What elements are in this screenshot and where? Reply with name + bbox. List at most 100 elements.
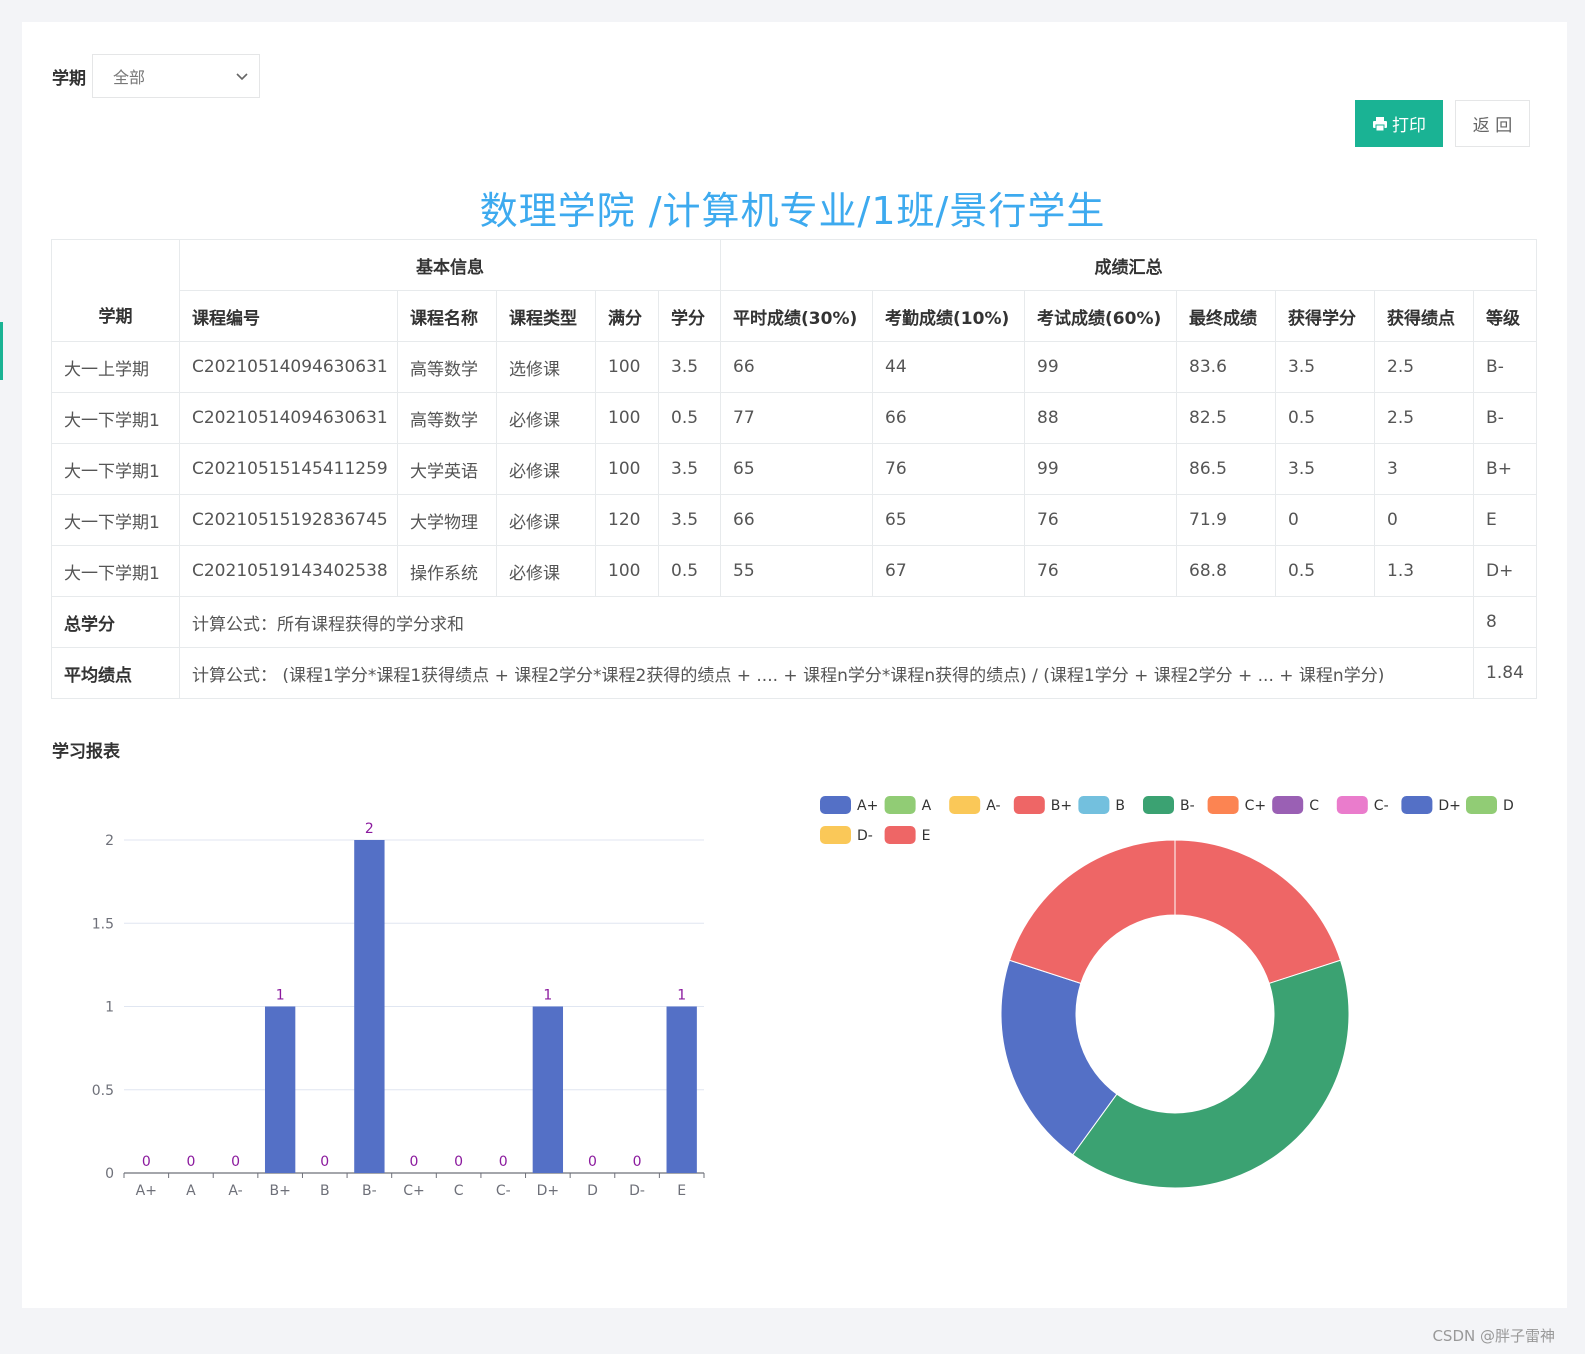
bar-value-label: 0 <box>320 1154 329 1170</box>
legend-swatch[interactable] <box>1078 796 1110 814</box>
legend-item-label[interactable]: A <box>922 798 932 814</box>
legend-item-label[interactable]: A+ <box>857 798 878 814</box>
table-cell: 3.5 <box>1275 341 1376 393</box>
table-cell: 100 <box>595 443 659 495</box>
table-cell: 82.5 <box>1176 392 1277 444</box>
legend-item-label[interactable]: D <box>1503 798 1514 814</box>
table-cell: 66 <box>872 392 1026 444</box>
legend-swatch[interactable] <box>820 826 851 844</box>
x-tick-label: B+ <box>269 1183 290 1199</box>
column-header: 课程名称 <box>397 290 497 342</box>
semester-select[interactable]: 全部 <box>92 54 260 98</box>
column-header: 课程编号 <box>179 290 398 342</box>
legend-item-label[interactable]: C- <box>1374 798 1389 814</box>
print-button-label: 打印 <box>1392 116 1426 136</box>
table-cell: C20210514094630631 <box>179 392 398 444</box>
legend-swatch[interactable] <box>1143 796 1174 814</box>
legend-item-label[interactable]: D- <box>857 828 873 844</box>
table-cell: E <box>1473 494 1538 546</box>
table-cell: 0 <box>1374 494 1475 546</box>
table-cell: 大一上学期 <box>51 341 180 393</box>
table-cell: 大一下学期1 <box>51 443 180 495</box>
legend-item-label[interactable]: E <box>922 828 931 844</box>
bar-B+ <box>264 1006 296 1173</box>
y-tick-label: 0 <box>105 1166 114 1182</box>
legend-swatch[interactable] <box>949 796 981 814</box>
x-tick-label: C- <box>496 1183 511 1199</box>
legend-item-label[interactable]: C <box>1309 798 1319 814</box>
table-cell: 76 <box>872 443 1026 495</box>
column-header: 满分 <box>595 290 659 342</box>
total-credits-row: 总学分 计算公式：所有课程获得的学分求和 8 <box>51 596 1538 648</box>
table-row: 大一下学期1 C20210515192836745 大学物理 必修课 120 3.5 66 6… <box>51 494 1538 546</box>
group-header-score-summary: 成绩汇总 <box>720 239 1538 291</box>
table-cell: 大一下学期1 <box>51 392 180 444</box>
bar-value-label: 1 <box>276 988 285 1004</box>
printer-icon <box>1373 116 1387 131</box>
legend-item-label[interactable]: C+ <box>1245 798 1267 814</box>
bar-value-label: 0 <box>410 1154 419 1170</box>
table-cell: 3.5 <box>1275 443 1376 495</box>
legend-swatch[interactable] <box>1336 796 1368 814</box>
bar-value-label: 0 <box>142 1154 151 1170</box>
table-cell: 0.5 <box>1275 545 1376 597</box>
table-cell: 71.9 <box>1176 494 1277 546</box>
bar-value-label: 1 <box>677 988 686 1004</box>
legend-swatch[interactable] <box>820 796 851 814</box>
table-cell: 100 <box>595 341 659 393</box>
table-cell: 76 <box>1024 494 1178 546</box>
table-cell: 99 <box>1024 341 1178 393</box>
table-cell: 必修课 <box>496 392 596 444</box>
legend-item-label[interactable]: B+ <box>1051 798 1072 814</box>
legend-swatch[interactable] <box>1207 796 1239 814</box>
grade-donut-chart: A+ A A- B+ B B- C+ C C- D+ D D- E <box>820 796 1514 1189</box>
print-button[interactable]: 打印 <box>1355 100 1443 147</box>
table-cell: D+ <box>1473 545 1538 597</box>
table-row: 大一上学期 C20210514094630631 高等数学 选修课 100 3.5 66 44… <box>51 341 1538 393</box>
table-cell: 必修课 <box>496 545 596 597</box>
donut-slice-E[interactable] <box>1008 839 1176 985</box>
legend-swatch[interactable] <box>1272 796 1304 814</box>
table-cell: 44 <box>872 341 1026 393</box>
bar-value-label: 0 <box>588 1154 597 1170</box>
donut-slice-B-[interactable] <box>1072 959 1350 1189</box>
average-gpa-value: 1.84 <box>1473 647 1538 699</box>
table-cell: 必修课 <box>496 443 596 495</box>
table-cell: B- <box>1473 341 1538 393</box>
chevron-down-icon <box>236 73 248 81</box>
table-cell: 120 <box>595 494 659 546</box>
legend-item-label[interactable]: B <box>1115 798 1125 814</box>
bar-E <box>666 1006 697 1173</box>
column-header: 获得绩点 <box>1374 290 1475 342</box>
table-cell: 1.3 <box>1374 545 1475 597</box>
legend-swatch[interactable] <box>1401 796 1433 814</box>
table-cell: 66 <box>720 341 874 393</box>
legend-swatch[interactable] <box>1013 796 1045 814</box>
table-cell: 99 <box>1024 443 1178 495</box>
column-header: 等级 <box>1473 290 1538 342</box>
table-cell: 3.5 <box>657 443 722 495</box>
column-header: 平时成绩(30%) <box>720 290 874 342</box>
x-tick-label: D- <box>629 1183 645 1199</box>
table-cell: 2.5 <box>1374 392 1475 444</box>
bar-value-label: 0 <box>231 1154 240 1170</box>
watermark: CSDN @胖子雷神 <box>1432 1327 1555 1345</box>
table-cell: 大一下学期1 <box>51 545 180 597</box>
y-tick-label: 0.5 <box>92 1083 114 1099</box>
back-button[interactable]: 返 回 <box>1455 100 1530 147</box>
table-cell: 选修课 <box>496 341 596 393</box>
table-cell: 65 <box>720 443 874 495</box>
semester-filter-label: 学期 <box>52 68 86 89</box>
donut-slice-B+[interactable] <box>1174 839 1342 985</box>
legend-item-label[interactable]: D+ <box>1438 798 1461 814</box>
table-cell: 操作系统 <box>397 545 497 597</box>
legend-item-label[interactable]: B- <box>1180 798 1195 814</box>
legend-item-label[interactable]: A- <box>986 798 1000 814</box>
legend-swatch[interactable] <box>884 826 916 844</box>
legend-swatch[interactable] <box>1466 796 1497 814</box>
table-cell: 100 <box>595 545 659 597</box>
table-cell: 0 <box>1275 494 1376 546</box>
legend-swatch[interactable] <box>884 796 916 814</box>
table-cell: 0.5 <box>1275 392 1376 444</box>
table-cell: B+ <box>1473 443 1538 495</box>
